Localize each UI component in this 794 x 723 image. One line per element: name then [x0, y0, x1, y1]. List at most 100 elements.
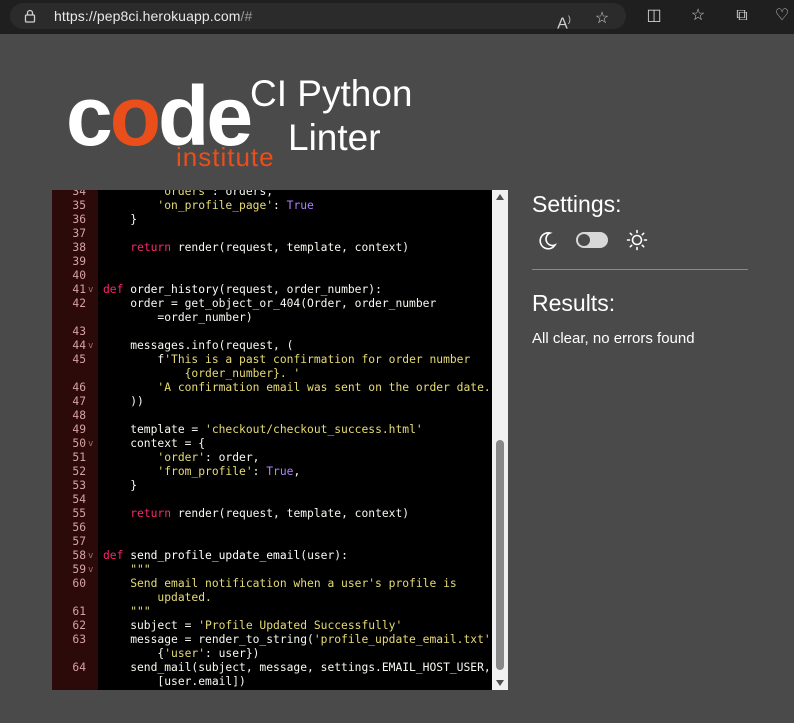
code-line[interactable]: 63 message = render_to_string('profile_u…: [52, 633, 497, 661]
code-token: 'user': [164, 647, 206, 660]
code-line[interactable]: 40: [52, 269, 492, 283]
code-text: return render(request, template, context…: [103, 241, 409, 255]
code-line[interactable]: 56: [52, 521, 492, 535]
logo-letter-c: c: [66, 69, 113, 163]
code-token: True: [286, 199, 314, 212]
code-line[interactable]: 57: [52, 535, 492, 549]
line-number: 63: [72, 633, 86, 646]
fold-chevron-icon[interactable]: v: [88, 283, 93, 297]
code-line[interactable]: 62 subject = 'Profile Updated Successful…: [52, 619, 492, 633]
code-text: 'orders': orders,: [103, 190, 273, 199]
code-line[interactable]: 52 'from_profile': True,: [52, 465, 492, 479]
code-line[interactable]: 43: [52, 325, 492, 339]
code-token: render(request, template, context): [171, 241, 410, 254]
favorites-list-icon[interactable]: ☆: [688, 6, 708, 26]
code-line[interactable]: 54: [52, 493, 492, 507]
split-screen-icon[interactable]: ◫: [644, 6, 664, 26]
code-token: 'A confirmation email was sent on the or…: [157, 381, 498, 394]
code-line[interactable]: 38 return render(request, template, cont…: [52, 241, 492, 255]
line-number: 55: [72, 507, 86, 520]
scroll-down-arrow-icon[interactable]: [496, 680, 504, 686]
code-editor[interactable]: 34 'orders': orders, 35 'on_profile_page'…: [52, 190, 508, 690]
code-line[interactable]: 50 v context = {: [52, 437, 492, 451]
code-line[interactable]: 55 return render(request, template, cont…: [52, 507, 492, 521]
code-line[interactable]: 37: [52, 227, 492, 241]
code-token: }: [103, 479, 138, 492]
code-text: return render(request, template, context…: [103, 507, 409, 521]
code-token: : user}): [205, 647, 260, 660]
code-text: """: [103, 605, 151, 619]
code-line[interactable]: 39: [52, 255, 492, 269]
code-line[interactable]: 60 Send email notification when a user's…: [52, 577, 492, 605]
code-line[interactable]: 49 template = 'checkout/checkout_success…: [52, 423, 492, 437]
fold-chevron-icon[interactable]: v: [88, 339, 93, 353]
code-token: (request, order_number):: [218, 283, 382, 296]
code-token: return: [130, 507, 172, 520]
code-token: """: [130, 563, 151, 576]
line-number: 59: [72, 563, 86, 576]
line-number: 45: [72, 353, 86, 366]
code-line[interactable]: 51 'order': order,: [52, 451, 492, 465]
code-token: """: [130, 605, 151, 618]
code-line[interactable]: 46 'A confirmation email was sent on the…: [52, 381, 497, 395]
code-text: )): [103, 395, 144, 409]
code-text: send_mail(subject, message, settings.EMA…: [103, 661, 490, 689]
sun-icon: [626, 229, 648, 251]
results-message: All clear, no errors found: [532, 330, 695, 347]
line-number: 40: [72, 269, 86, 282]
code-token: order = get_object_or_404(Order, order_n…: [130, 297, 437, 324]
read-aloud-icon[interactable]: A): [554, 9, 574, 32]
code-token: template =: [103, 423, 206, 436]
browser-essentials-icon[interactable]: ♡: [772, 6, 792, 26]
editor-scrollbar[interactable]: [492, 190, 508, 690]
fold-chevron-icon[interactable]: v: [88, 549, 93, 563]
code-line[interactable]: 42 order = get_object_or_404(Order, orde…: [52, 297, 492, 325]
line-number: 61: [72, 605, 86, 618]
code-line[interactable]: 48: [52, 409, 492, 423]
code-token: message = render_to_string(: [103, 633, 314, 646]
code-line[interactable]: 64 send_mail(subject, message, settings.…: [52, 661, 492, 689]
url-path: /#: [240, 8, 253, 24]
line-number: 42: [72, 297, 86, 310]
code-line[interactable]: 53 }: [52, 479, 492, 493]
address-bar[interactable]: https://pep8ci.herokuapp.com/# A) ☆: [10, 3, 626, 32]
code-line[interactable]: 58 v def send_profile_update_email(user):: [52, 549, 492, 563]
code-token: :: [252, 465, 267, 478]
code-text: }: [103, 479, 137, 493]
line-number: 53: [72, 479, 86, 492]
favorite-star-icon[interactable]: ☆: [592, 9, 612, 29]
code-line[interactable]: 41 v def order_history(request, order_numb…: [52, 283, 492, 297]
url-text: https://pep8ci.herokuapp.com/#: [54, 8, 252, 24]
code-line[interactable]: 36 }: [52, 213, 492, 227]
code-line[interactable]: 47 )): [52, 395, 492, 409]
code-line[interactable]: 59 v """: [52, 563, 492, 577]
code-token: render(request, template, context): [171, 507, 410, 520]
toggle-knob: [578, 234, 590, 246]
code-line[interactable]: 45 f'This is a past confirmation for ord…: [52, 353, 492, 381]
dark-mode-toggle[interactable]: [576, 232, 608, 248]
code-token: f: [103, 353, 165, 366]
line-number: 52: [72, 465, 86, 478]
scrollbar-thumb[interactable]: [496, 440, 504, 670]
code-text: 'A confirmation email was sent on the or…: [103, 381, 498, 395]
code-token: (user):: [300, 549, 348, 562]
fold-chevron-icon[interactable]: v: [88, 437, 93, 451]
code-line[interactable]: 61 """: [52, 605, 492, 619]
scroll-up-arrow-icon[interactable]: [496, 194, 504, 200]
code-line[interactable]: 44 v messages.info(request, (: [52, 339, 492, 353]
fold-chevron-icon[interactable]: v: [88, 563, 93, 577]
code-text: 'on_profile_page': True: [103, 199, 314, 213]
code-token: 'orders': [157, 190, 212, 198]
code-token: : orders,: [211, 190, 274, 198]
code-token: order_history: [130, 283, 219, 296]
code-text: def send_profile_update_email(user):: [103, 549, 348, 563]
code-line[interactable]: 34 'orders': orders,: [52, 190, 492, 199]
collections-icon[interactable]: ⧉: [732, 6, 752, 26]
code-line[interactable]: 35 'on_profile_page': True: [52, 199, 492, 213]
code-token: Send email notification when a user's pr…: [130, 577, 457, 604]
